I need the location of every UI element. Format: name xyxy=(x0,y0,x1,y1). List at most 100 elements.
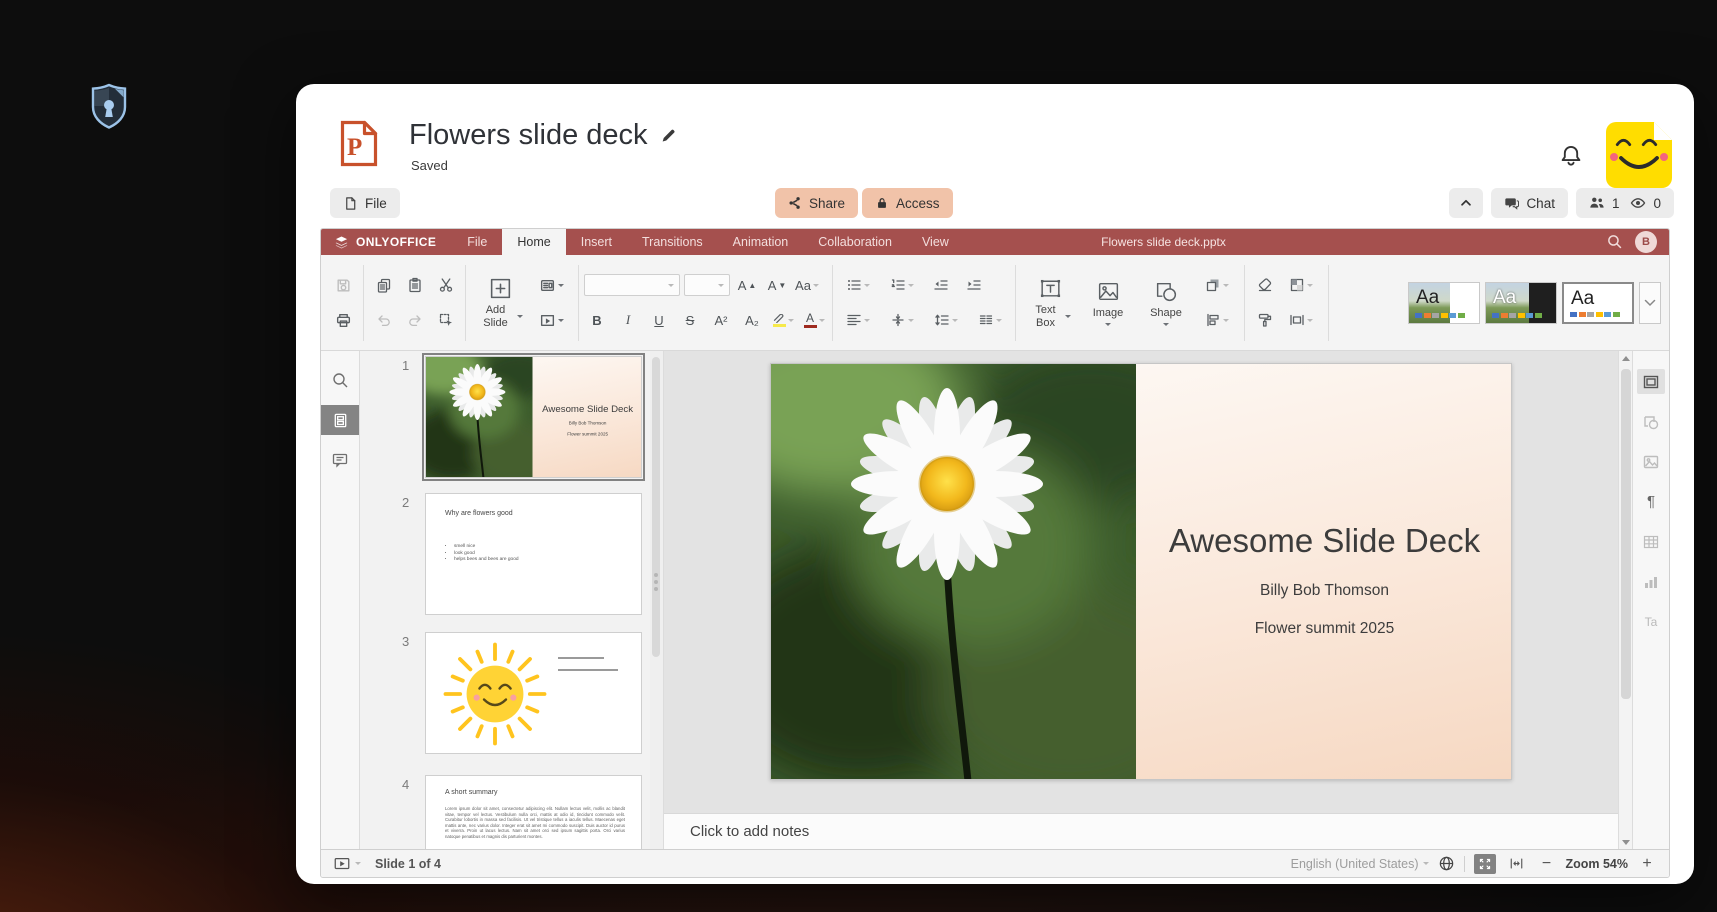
share-button[interactable]: Share xyxy=(775,188,858,218)
undo-button[interactable] xyxy=(369,307,398,334)
font-name-select[interactable] xyxy=(584,274,680,296)
panel-splitter-grip[interactable] xyxy=(654,573,658,591)
theme-option-1[interactable]: Aa xyxy=(1408,282,1480,324)
thumbnails-scrollbar[interactable] xyxy=(650,351,664,849)
bullets-button[interactable] xyxy=(838,272,878,299)
font-color-button[interactable]: A xyxy=(801,307,827,334)
increase-font-button[interactable]: A▲ xyxy=(734,272,760,299)
highlight-color-button[interactable] xyxy=(770,307,796,334)
select-all-button[interactable] xyxy=(431,307,460,334)
slide4-thumbnail[interactable]: A short summary Lorem ipsum dolor sit am… xyxy=(425,775,642,849)
shape-settings-icon[interactable] xyxy=(1637,409,1665,434)
zoom-out-button[interactable]: − xyxy=(1536,855,1556,873)
slide-settings-icon[interactable] xyxy=(1637,369,1665,394)
scroll-up-button[interactable] xyxy=(1619,351,1633,365)
slide3-thumbnail[interactable] xyxy=(425,632,642,754)
redo-button[interactable] xyxy=(400,307,429,334)
add-slide-button[interactable]: Add Slide xyxy=(471,262,529,344)
print-button[interactable] xyxy=(329,307,358,334)
cut-button[interactable] xyxy=(431,272,460,299)
notifications-bell-icon[interactable] xyxy=(1554,137,1588,175)
image-settings-icon[interactable] xyxy=(1637,449,1665,474)
scroll-down-button[interactable] xyxy=(1619,835,1633,849)
decrease-font-button[interactable]: A▼ xyxy=(764,272,790,299)
font-size-select[interactable] xyxy=(684,274,730,296)
slide-title-text[interactable]: Awesome Slide Deck xyxy=(1136,522,1512,560)
horizontal-align-button[interactable] xyxy=(838,307,878,334)
vertical-align-button[interactable] xyxy=(882,307,922,334)
current-slide[interactable]: Awesome Slide Deck Billy Bob Thomson Flo… xyxy=(770,363,1512,780)
superscript-button[interactable]: A² xyxy=(708,307,734,334)
slides-panel-button[interactable] xyxy=(321,405,359,435)
line-spacing-button[interactable] xyxy=(926,307,966,334)
language-label: English (United States) xyxy=(1291,857,1419,871)
rename-pencil-icon[interactable] xyxy=(660,127,677,144)
access-button[interactable]: Access xyxy=(862,188,953,218)
slide-author-text[interactable]: Billy Bob Thomson xyxy=(1136,582,1512,600)
paste-button[interactable] xyxy=(400,272,429,299)
strikeout-button[interactable]: S xyxy=(677,307,703,334)
tab-transitions[interactable]: Transitions xyxy=(627,229,718,255)
shape-button[interactable]: Shape xyxy=(1137,262,1195,344)
theme-gallery-expand-button[interactable] xyxy=(1639,282,1661,324)
arrange-shape-button[interactable] xyxy=(1195,272,1239,299)
start-slideshow-status-button[interactable] xyxy=(333,855,361,873)
paragraph-settings-icon[interactable]: ¶ xyxy=(1637,489,1665,514)
title-text-side[interactable]: Awesome Slide Deck Billy Bob Thomson Flo… xyxy=(1136,364,1512,780)
tab-home[interactable]: Home xyxy=(502,229,565,255)
canvas-scrollbar[interactable] xyxy=(1618,351,1632,849)
chat-button[interactable]: Chat xyxy=(1491,188,1568,218)
tab-file[interactable]: File xyxy=(452,229,502,255)
copy-button[interactable] xyxy=(369,272,398,299)
color-scheme-button[interactable] xyxy=(1279,272,1323,299)
bold-button[interactable]: B xyxy=(584,307,610,334)
text-box-button[interactable]: Text Box xyxy=(1021,262,1079,344)
decrease-indent-button[interactable] xyxy=(926,272,955,299)
feedback-panel-button[interactable] xyxy=(321,445,359,475)
columns-button[interactable] xyxy=(970,307,1010,334)
subscript-button[interactable]: A₂ xyxy=(739,307,765,334)
slide-layout-button[interactable] xyxy=(529,272,573,299)
tab-animation[interactable]: Animation xyxy=(718,229,804,255)
align-shape-button[interactable] xyxy=(1195,307,1239,334)
tab-collaboration[interactable]: Collaboration xyxy=(803,229,907,255)
image-button[interactable]: Image xyxy=(1079,262,1137,344)
italic-button[interactable]: I xyxy=(615,307,641,334)
copy-style-button[interactable] xyxy=(1250,307,1279,334)
tab-view[interactable]: View xyxy=(907,229,964,255)
theme-option-2[interactable]: Aa xyxy=(1485,282,1557,324)
change-case-button[interactable]: Aa xyxy=(794,272,820,299)
fit-slide-button[interactable] xyxy=(1474,854,1496,874)
notes-area[interactable]: Click to add notes xyxy=(664,813,1618,849)
slide2-thumbnail[interactable]: Why are flowers good smell nice look goo… xyxy=(425,493,642,615)
canvas-scroll-thumb[interactable] xyxy=(1621,369,1631,699)
textart-settings-icon[interactable]: Ta xyxy=(1637,609,1665,634)
chart-settings-icon[interactable] xyxy=(1637,569,1665,594)
menubar-user-avatar[interactable]: B xyxy=(1635,231,1657,253)
slide-size-button[interactable] xyxy=(1279,307,1323,334)
spellcheck-globe-icon[interactable] xyxy=(1438,855,1455,872)
theme-option-3-selected[interactable]: Aa xyxy=(1562,282,1634,324)
file-menu-button[interactable]: File xyxy=(330,188,400,218)
increase-indent-button[interactable] xyxy=(959,272,988,299)
daisy-photo[interactable] xyxy=(771,364,1136,779)
save-button[interactable] xyxy=(329,272,358,299)
account-avatar[interactable] xyxy=(1606,122,1672,188)
language-selector[interactable]: English (United States) xyxy=(1291,857,1430,871)
search-panel-button[interactable] xyxy=(321,365,359,395)
thumbnails-scroll-thumb[interactable] xyxy=(652,357,660,657)
clear-style-button[interactable] xyxy=(1250,272,1279,299)
underline-button[interactable]: U xyxy=(646,307,672,334)
fit-width-button[interactable] xyxy=(1505,854,1527,874)
tab-insert[interactable]: Insert xyxy=(566,229,627,255)
slide-canvas-area[interactable]: Awesome Slide Deck Billy Bob Thomson Flo… xyxy=(664,351,1618,813)
presence-button[interactable]: 1 0 xyxy=(1576,188,1674,218)
start-slideshow-button[interactable] xyxy=(529,307,573,334)
collapse-header-button[interactable] xyxy=(1449,188,1483,218)
slide1-thumbnail[interactable]: Awesome Slide Deck Billy Bob Thomson Flo… xyxy=(425,356,642,478)
slide-event-text[interactable]: Flower summit 2025 xyxy=(1136,620,1512,638)
zoom-in-button[interactable]: + xyxy=(1637,855,1657,873)
search-icon[interactable] xyxy=(1606,233,1623,250)
numbering-button[interactable] xyxy=(882,272,922,299)
table-settings-icon[interactable] xyxy=(1637,529,1665,554)
